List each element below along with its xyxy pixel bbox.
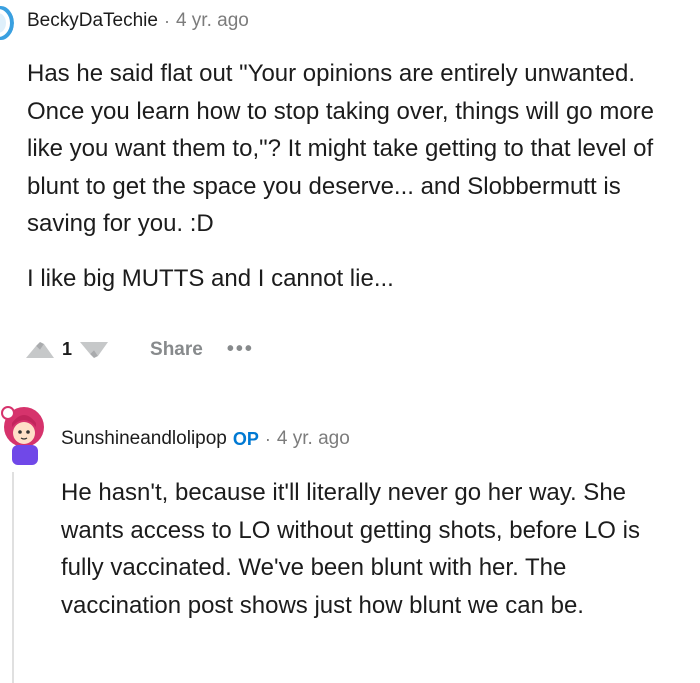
timestamp[interactable]: 4 yr. ago — [176, 10, 249, 32]
vote-score: 1 — [62, 339, 73, 359]
downvote-icon[interactable] — [78, 340, 110, 360]
share-button[interactable]: Share — [150, 339, 203, 361]
comment-body: Has he said flat out "Your opinions are … — [27, 55, 687, 297]
comment-paragraph: I like big MUTTS and I cannot lie... — [27, 264, 394, 292]
timestamp[interactable]: 4 yr. ago — [277, 428, 350, 450]
avatar-icon — [1, 406, 44, 465]
comment-body: He hasn't, because it'll literally never… — [61, 474, 681, 624]
avatar-icon — [0, 6, 14, 40]
comment-paragraph: Has he said flat out "Your opinions are … — [27, 60, 654, 237]
username[interactable]: Sunshineandlolipop — [61, 428, 227, 450]
comment-meta: BeckyDaTechie · 4 yr. ago — [27, 10, 249, 32]
comment-actions: 1 Share ••• — [24, 338, 254, 361]
comment-paragraph: He hasn't, because it'll literally never… — [61, 479, 640, 619]
more-options-button[interactable]: ••• — [227, 338, 254, 361]
comment-meta: Sunshineandlolipop OP · 4 yr. ago — [61, 428, 350, 450]
avatar[interactable] — [0, 6, 14, 40]
comment: BeckyDaTechie · 4 yr. ago Has he said fl… — [0, 0, 700, 380]
separator: · — [264, 428, 271, 449]
op-badge: OP — [232, 428, 259, 449]
comment: Sunshineandlolipop OP · 4 yr. ago He has… — [0, 395, 700, 683]
upvote-icon[interactable] — [24, 340, 56, 360]
avatar[interactable] — [0, 399, 48, 469]
username[interactable]: BeckyDaTechie — [27, 10, 158, 32]
separator: · — [163, 10, 170, 31]
